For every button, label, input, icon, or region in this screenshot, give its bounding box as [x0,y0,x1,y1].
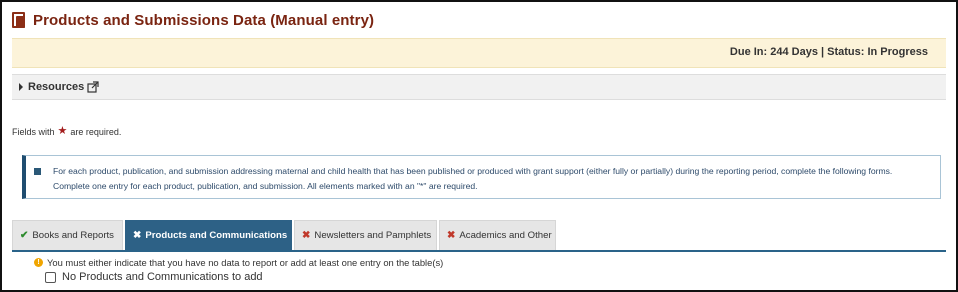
tab-newsletters-and-pamphlets[interactable]: ✖ Newsletters and Pamphlets [294,220,437,250]
status-text: Due In: 244 Days | Status: In Progress [729,46,928,58]
cross-icon: ✖ [447,230,456,241]
info-box: For each product, publication, and submi… [22,155,941,199]
warning-text: You must either indicate that you have n… [47,257,444,268]
tab-books-and-reports[interactable]: ✔ Books and Reports [12,220,123,250]
cross-icon: ✖ [302,230,311,241]
page-header: Products and Submissions Data (Manual en… [12,10,374,30]
caret-right-icon [19,83,23,91]
required-star-icon: ★ [57,125,68,137]
check-icon: ✔ [20,230,29,241]
no-data-label: No Products and Communications to add [62,271,263,283]
tab-academics-and-other[interactable]: ✖ Academics and Other [439,220,556,250]
required-note: Fields with ★ are required. [12,126,121,137]
resources-toggle[interactable]: Resources [12,74,946,100]
warning-message: ! You must either indicate that you have… [34,257,443,268]
page-frame: Products and Submissions Data (Manual en… [0,0,958,292]
required-note-prefix: Fields with [12,126,55,137]
required-note-suffix: are required. [70,126,122,137]
info-text: For each product, publication, and submi… [53,166,893,191]
tab-label: Academics and Other [459,230,552,241]
external-link-icon[interactable] [87,81,99,93]
tab-bar: ✔ Books and Reports ✖ Products and Commu… [12,220,946,252]
cross-icon: ✖ [133,230,142,241]
no-data-option[interactable]: No Products and Communications to add [45,271,263,283]
tab-label: Newsletters and Pamphlets [314,230,432,241]
page-title: Products and Submissions Data (Manual en… [33,11,375,29]
warning-icon: ! [34,258,43,267]
tab-label: Products and Communications [145,230,288,241]
tab-products-and-communications[interactable]: ✖ Products and Communications [125,220,292,250]
copy-icon [12,12,26,28]
status-bar: Due In: 244 Days | Status: In Progress [12,38,946,68]
resources-label: Resources [28,81,85,93]
tab-label: Books and Reports [32,230,114,241]
no-data-checkbox[interactable] [45,271,56,283]
info-square-icon [34,168,41,175]
